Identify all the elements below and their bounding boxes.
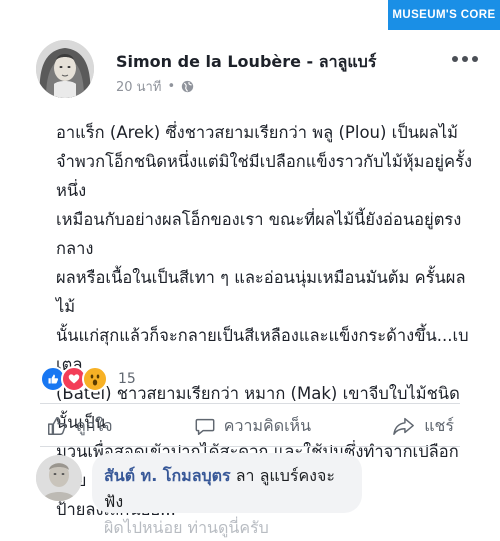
comment-icon [194,415,216,437]
post-author-name[interactable]: Simon de la Loubère - ลาลูแบร์ [116,50,376,75]
comment-label: ความคิดเห็น [223,415,312,435]
share-label: แชร์ [424,415,454,435]
post-header: Simon de la Loubère - ลาลูแบร์ 20 นาที • [36,38,480,98]
wow-icon [82,366,108,392]
post-meta: 20 นาที • [116,76,194,97]
thumbs-up-icon [46,415,68,437]
comment-text-faded: ผิดไปหน่อย ท่านดูนี่ครับ [104,518,269,537]
globe-icon [181,80,194,93]
comment-bubble: สันต์ ท. โกมลบุตร ลา ลูแบร์คงจะฟัง ผิดไป… [92,453,362,537]
share-icon [392,415,416,437]
post-text-line: ผลหรือเนื้อในเป็นสีเทา ๆ และอ่อนนุ่มเหมื… [56,268,466,316]
more-options-icon[interactable] [452,56,478,62]
share-button[interactable]: แชร์ [386,412,460,441]
divider [40,446,460,447]
reaction-count: 15 [118,371,136,387]
like-label: ถูกใจ [76,415,113,435]
comment-author[interactable]: สันต์ ท. โกมลบุตร [104,466,231,485]
post-actions: ถูกใจ ความคิดเห็น แชร์ [40,410,460,442]
post-text-line: เหมือนกับอย่างผลโอ็กของเรา ขณะที่ผลไม้นี… [56,210,462,258]
meta-dot: • [167,79,176,94]
post-text-line: จำพวกโอ็กชนิดหนึ่งแต่มิใช่มีเปลือกแข็งรา… [56,152,473,200]
post-text-line: อาแร็ก (Arek) ซึ่งชาวสยามเรียกว่า พลู (P… [56,123,459,142]
comment-item: สันต์ ท. โกมลบุตร ลา ลูแบร์คงจะฟัง ผิดไป… [36,453,500,537]
brand-badge: MUSEUM'S CORE [388,0,500,30]
like-button[interactable]: ถูกใจ [40,412,119,441]
reactions-summary[interactable]: 15 [40,366,136,392]
divider [40,403,460,404]
comment-button[interactable]: ความคิดเห็น [188,412,317,441]
author-avatar[interactable] [36,40,94,98]
post-timestamp[interactable]: 20 นาที [116,76,161,97]
commenter-avatar[interactable] [36,455,82,501]
